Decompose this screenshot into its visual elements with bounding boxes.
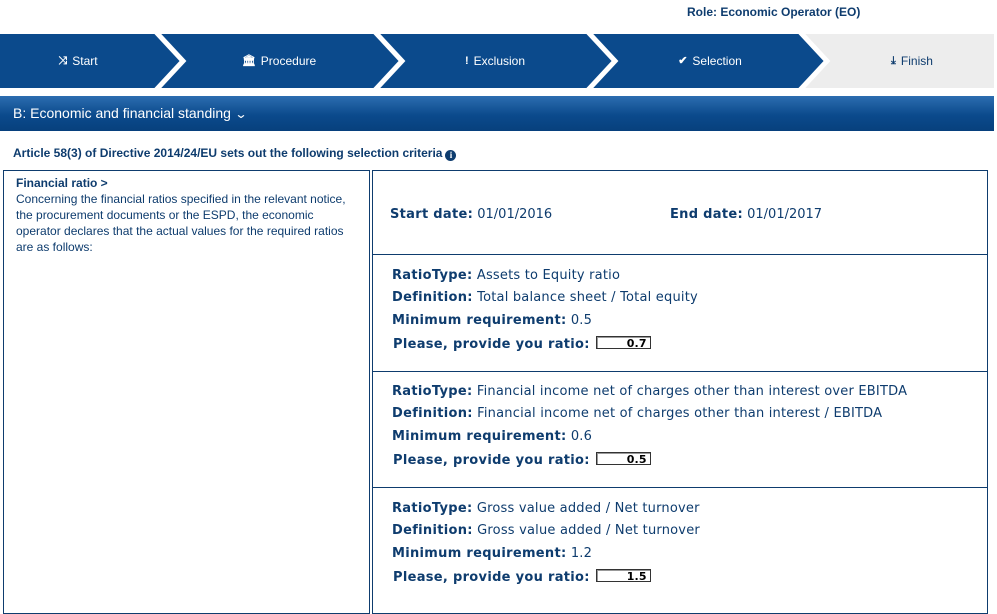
chevron-down-icon: ⌄ — [234, 107, 248, 121]
ratio-minimum: Minimum requirement: 0.5 — [392, 313, 592, 328]
role-label: Role: Economic Operator (EO) — [687, 5, 861, 19]
ratio-value-input[interactable]: 0.7 — [595, 336, 651, 350]
criterion-description: Concerning the financial ratios specifie… — [16, 192, 346, 254]
criterion-panel: Financial ratio > Concerning the financi… — [3, 170, 370, 614]
article-text: Article 58(3) of Directive 2014/24/EU se… — [13, 146, 443, 160]
end-date-value: 01/01/2017 — [747, 207, 823, 222]
end-date: End date: 01/01/2017 — [670, 207, 822, 222]
ratio-panel: Start date: 01/01/2016 End date: 01/01/2… — [372, 170, 988, 614]
ratio-block: RatioType: Gross value added / Net turno… — [373, 488, 987, 605]
wizard-step-label: Start — [72, 54, 98, 68]
criterion-title[interactable]: Financial ratio > — [16, 176, 369, 191]
ratio-type: RatioType: Gross value added / Net turno… — [392, 501, 700, 516]
ratio-definition-value: Financial income net of charges other th… — [477, 406, 883, 421]
ratio-minimum: Minimum requirement: 0.6 — [392, 429, 592, 444]
ratio-definition: Definition: Financial income net of char… — [392, 406, 882, 421]
start-date: Start date: 01/01/2016 — [390, 207, 552, 222]
ratio-definition: Definition: Total balance sheet / Total … — [392, 290, 698, 305]
ratio-block: RatioType: Financial income net of charg… — [373, 371, 987, 488]
start-date-value: 01/01/2016 — [477, 207, 553, 222]
wizard-step-label: Selection — [692, 54, 742, 68]
wizard-step-finish[interactable]: ⤓ Finish — [827, 34, 997, 88]
wizard-step-label: Procedure — [260, 54, 317, 68]
article-heading: Article 58(3) of Directive 2014/24/EU se… — [13, 146, 457, 161]
wizard-progress: ⤨ Start 🏛 Procedure ! Exclusion ✔ Select… — [0, 34, 994, 88]
bank-icon: 🏛 — [241, 55, 256, 67]
download-icon: ⤓ — [891, 55, 896, 67]
ratio-minimum-value: 0.5 — [570, 313, 593, 328]
date-row: Start date: 01/01/2016 End date: 01/01/2… — [373, 171, 987, 255]
ratio-minimum-value: 1.2 — [570, 546, 593, 561]
ratio-definition-value: Gross value added / Net turnover — [477, 523, 700, 538]
ratio-provide: Please, provide you ratio: 0.5 — [393, 452, 651, 468]
ratio-type-value: Assets to Equity ratio — [476, 268, 621, 283]
wizard-step-selection[interactable]: ✔ Selection — [615, 34, 805, 88]
end-date-label: End date: — [670, 207, 743, 222]
ratio-type-value: Financial income net of charges other th… — [476, 384, 908, 399]
check-circle-icon: ✔ — [678, 55, 688, 67]
ratio-type-label: RatioType: — [392, 384, 473, 399]
ratio-type: RatioType: Assets to Equity ratio — [392, 268, 620, 283]
wizard-step-start[interactable]: ⤨ Start — [0, 34, 156, 88]
info-icon[interactable]: i — [445, 150, 457, 161]
ratio-provide: Please, provide you ratio: 1.5 — [393, 569, 651, 585]
section-header-economic-financial[interactable]: B: Economic and financial standing ⌄ — [0, 96, 994, 131]
ratio-definition-label: Definition: — [392, 406, 473, 421]
wizard-step-exclusion[interactable]: ! Exclusion — [402, 34, 588, 88]
ratio-block: RatioType: Assets to Equity ratio Defini… — [373, 255, 987, 372]
ratio-definition: Definition: Gross value added / Net turn… — [392, 523, 700, 538]
ratio-provide-label: Please, provide you ratio: — [393, 453, 590, 468]
wizard-step-procedure[interactable]: 🏛 Procedure — [183, 34, 375, 88]
ratio-type-label: RatioType: — [392, 501, 473, 516]
wizard-step-label: Finish — [900, 54, 933, 68]
ratio-type-value: Gross value added / Net turnover — [476, 501, 700, 516]
ratio-provide: Please, provide you ratio: 0.7 — [393, 336, 651, 352]
ratio-minimum-label: Minimum requirement: — [392, 546, 567, 561]
ratio-definition-value: Total balance sheet / Total equity — [477, 290, 698, 305]
ratio-value-input[interactable]: 1.5 — [595, 569, 651, 583]
exclamation-icon: ! — [464, 55, 469, 67]
ratio-minimum-value: 0.6 — [570, 429, 593, 444]
ratio-provide-label: Please, provide you ratio: — [393, 337, 590, 352]
section-title: B: Economic and financial standing — [13, 105, 231, 121]
ratio-value-input[interactable]: 0.5 — [595, 452, 651, 466]
wizard-step-label: Exclusion — [473, 54, 526, 68]
ratio-definition-label: Definition: — [392, 290, 473, 305]
ratio-type-label: RatioType: — [392, 268, 473, 283]
ratio-definition-label: Definition: — [392, 523, 473, 538]
shuffle-icon: ⤨ — [58, 55, 68, 67]
ratio-minimum-label: Minimum requirement: — [392, 429, 567, 444]
start-date-label: Start date: — [390, 207, 474, 222]
ratio-type: RatioType: Financial income net of charg… — [392, 384, 907, 399]
ratio-provide-label: Please, provide you ratio: — [393, 570, 590, 585]
ratio-minimum-label: Minimum requirement: — [392, 313, 567, 328]
ratio-minimum: Minimum requirement: 1.2 — [392, 546, 592, 561]
